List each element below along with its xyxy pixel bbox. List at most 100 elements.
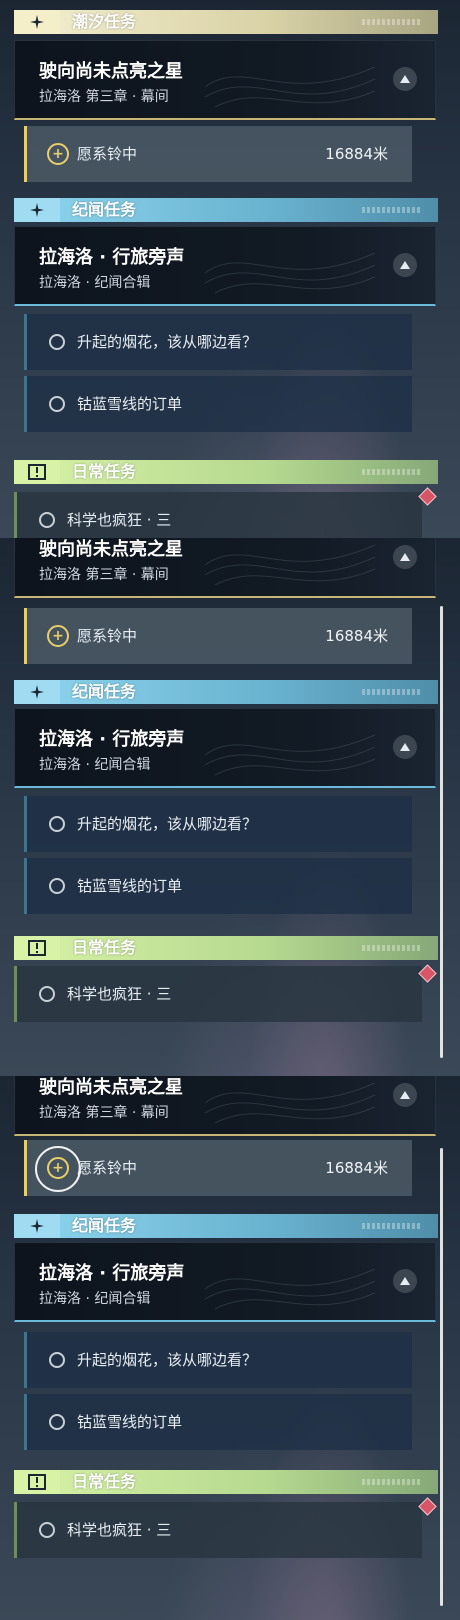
quest-list-frame-3: 驶向尚未点亮之星 拉海洛 第三章 · 幕间 + 愿系铃中 16884米 纪闻任务… xyxy=(0,1076,460,1620)
radio-icon xyxy=(49,334,65,350)
section-header-side: 纪闻任务 xyxy=(14,1214,438,1238)
section-title: 纪闻任务 xyxy=(72,200,137,219)
tracking-target-icon: + xyxy=(47,625,69,647)
objective-label: 钴蓝雪线的订单 xyxy=(77,1413,183,1431)
section-title: 日常任务 xyxy=(72,1472,137,1491)
chevron-up-icon xyxy=(400,553,410,561)
collapse-button[interactable] xyxy=(393,1269,417,1293)
quest-subtitle: 拉海洛 第三章 · 幕间 xyxy=(39,1105,169,1121)
quest-list-frame-2: 驶向尚未点亮之星 拉海洛 第三章 · 幕间 + 愿系铃中 16884米 纪闻任务… xyxy=(0,538,460,1076)
header-decoration xyxy=(362,945,422,951)
radio-icon xyxy=(49,816,65,832)
section-header-side: 纪闻任务 xyxy=(14,198,438,222)
distance-readout: 16884米 xyxy=(325,145,388,163)
objective-row[interactable]: 钴蓝雪线的订单 xyxy=(24,858,412,914)
section-title: 纪闻任务 xyxy=(72,682,137,701)
collapse-button[interactable] xyxy=(393,735,417,759)
objective-label: 钴蓝雪线的订单 xyxy=(77,877,183,895)
tracking-target-icon: + xyxy=(47,1157,69,1179)
objective-label: 愿系铃中 xyxy=(77,145,138,163)
quest-subtitle: 拉海洛 第三章 · 幕间 xyxy=(39,89,169,105)
collapse-button[interactable] xyxy=(393,253,417,277)
tracked-objective-row[interactable]: + 愿系铃中 16884米 xyxy=(24,608,412,664)
radio-icon xyxy=(39,512,55,528)
objective-row[interactable]: 科学也疯狂 · 三 xyxy=(14,966,422,1022)
main-quest-card[interactable]: 驶向尚未点亮之星 拉海洛 第三章 · 幕间 xyxy=(14,1076,436,1136)
side-quest-card[interactable]: 拉海洛 · 行旅旁声 拉海洛 · 纪闻合辑 xyxy=(14,708,436,788)
section-title: 日常任务 xyxy=(72,462,137,481)
tracking-target-icon: + xyxy=(47,143,69,165)
sparkle-icon xyxy=(14,1214,60,1238)
scrollbar[interactable] xyxy=(440,1148,443,1606)
side-quest-card[interactable]: 拉海洛 · 行旅旁声 拉海洛 · 纪闻合辑 xyxy=(14,226,436,306)
objective-label: 愿系铃中 xyxy=(77,1159,138,1177)
objective-row[interactable]: 钴蓝雪线的订单 xyxy=(24,376,412,432)
quest-subtitle: 拉海洛 · 纪闻合辑 xyxy=(39,1291,151,1307)
topo-pattern xyxy=(205,252,375,294)
sparkle-icon xyxy=(14,680,60,704)
quest-title: 驶向尚未点亮之星 xyxy=(39,539,183,560)
objective-label: 钴蓝雪线的订单 xyxy=(77,395,183,413)
chevron-up-icon xyxy=(400,1091,410,1099)
topo-pattern xyxy=(205,1268,375,1310)
radio-icon xyxy=(49,1352,65,1368)
header-decoration xyxy=(362,1479,422,1485)
objective-label: 科学也疯狂 · 三 xyxy=(67,1521,172,1539)
quest-list-frame-1: 潮汐任务 驶向尚未点亮之星 拉海洛 第三章 · 幕间 + 愿系铃中 16884米… xyxy=(0,0,460,538)
radio-icon xyxy=(39,1522,55,1538)
quest-title: 拉海洛 · 行旅旁声 xyxy=(39,1263,185,1284)
objective-label: 愿系铃中 xyxy=(77,627,138,645)
header-decoration xyxy=(362,207,422,213)
collapse-button[interactable] xyxy=(393,1083,417,1107)
section-header-daily: 日常任务 xyxy=(14,460,438,484)
header-decoration xyxy=(362,469,422,475)
tracked-objective-row[interactable]: + 愿系铃中 16884米 xyxy=(24,1140,412,1196)
radio-icon xyxy=(49,878,65,894)
chevron-up-icon xyxy=(400,261,410,269)
chevron-up-icon xyxy=(400,743,410,751)
quest-subtitle: 拉海洛 · 纪闻合辑 xyxy=(39,757,151,773)
scrollbar[interactable] xyxy=(440,606,443,1058)
main-quest-card[interactable]: 驶向尚未点亮之星 拉海洛 第三章 · 幕间 xyxy=(14,538,436,598)
collapse-button[interactable] xyxy=(393,67,417,91)
chevron-up-icon xyxy=(400,75,410,83)
tracked-objective-row[interactable]: + 愿系铃中 16884米 xyxy=(24,126,412,182)
header-decoration xyxy=(362,689,422,695)
main-quest-card[interactable]: 驶向尚未点亮之星 拉海洛 第三章 · 幕间 xyxy=(14,40,436,120)
quest-title: 驶向尚未点亮之星 xyxy=(39,61,183,82)
header-decoration xyxy=(362,19,422,25)
section-header-side: 纪闻任务 xyxy=(14,680,438,704)
objective-label: 升起的烟花，该从哪边看？ xyxy=(77,333,258,351)
objective-label: 科学也疯狂 · 三 xyxy=(67,511,172,529)
sparkle-icon xyxy=(14,10,60,34)
quest-title: 拉海洛 · 行旅旁声 xyxy=(39,729,185,750)
section-title: 日常任务 xyxy=(72,938,137,957)
quest-subtitle: 拉海洛 第三章 · 幕间 xyxy=(39,567,169,583)
exclamation-box-icon xyxy=(14,936,60,960)
objective-row[interactable]: 钴蓝雪线的订单 xyxy=(24,1394,412,1450)
header-decoration xyxy=(362,1223,422,1229)
topo-pattern xyxy=(205,66,375,108)
distance-readout: 16884米 xyxy=(325,627,388,645)
exclamation-box-icon xyxy=(14,460,60,484)
objective-row[interactable]: 科学也疯狂 · 三 xyxy=(14,1502,422,1558)
radio-icon xyxy=(49,1414,65,1430)
radio-icon xyxy=(39,986,55,1002)
objective-row[interactable]: 升起的烟花，该从哪边看？ xyxy=(24,314,412,370)
side-quest-card[interactable]: 拉海洛 · 行旅旁声 拉海洛 · 纪闻合辑 xyxy=(14,1242,436,1322)
section-header-main: 潮汐任务 xyxy=(14,10,438,34)
topo-pattern xyxy=(205,1082,375,1124)
quest-title: 驶向尚未点亮之星 xyxy=(39,1077,183,1098)
collapse-button[interactable] xyxy=(393,545,417,569)
distance-readout: 16884米 xyxy=(325,1159,388,1177)
section-title: 纪闻任务 xyxy=(72,1216,137,1235)
section-header-daily: 日常任务 xyxy=(14,1470,438,1494)
radio-icon xyxy=(49,396,65,412)
section-header-daily: 日常任务 xyxy=(14,936,438,960)
objective-label: 升起的烟花，该从哪边看？ xyxy=(77,815,258,833)
objective-label: 升起的烟花，该从哪边看？ xyxy=(77,1351,258,1369)
objective-row[interactable]: 升起的烟花，该从哪边看？ xyxy=(24,1332,412,1388)
exclamation-box-icon xyxy=(14,1470,60,1494)
objective-row[interactable]: 科学也疯狂 · 三 xyxy=(14,492,422,538)
objective-row[interactable]: 升起的烟花，该从哪边看？ xyxy=(24,796,412,852)
